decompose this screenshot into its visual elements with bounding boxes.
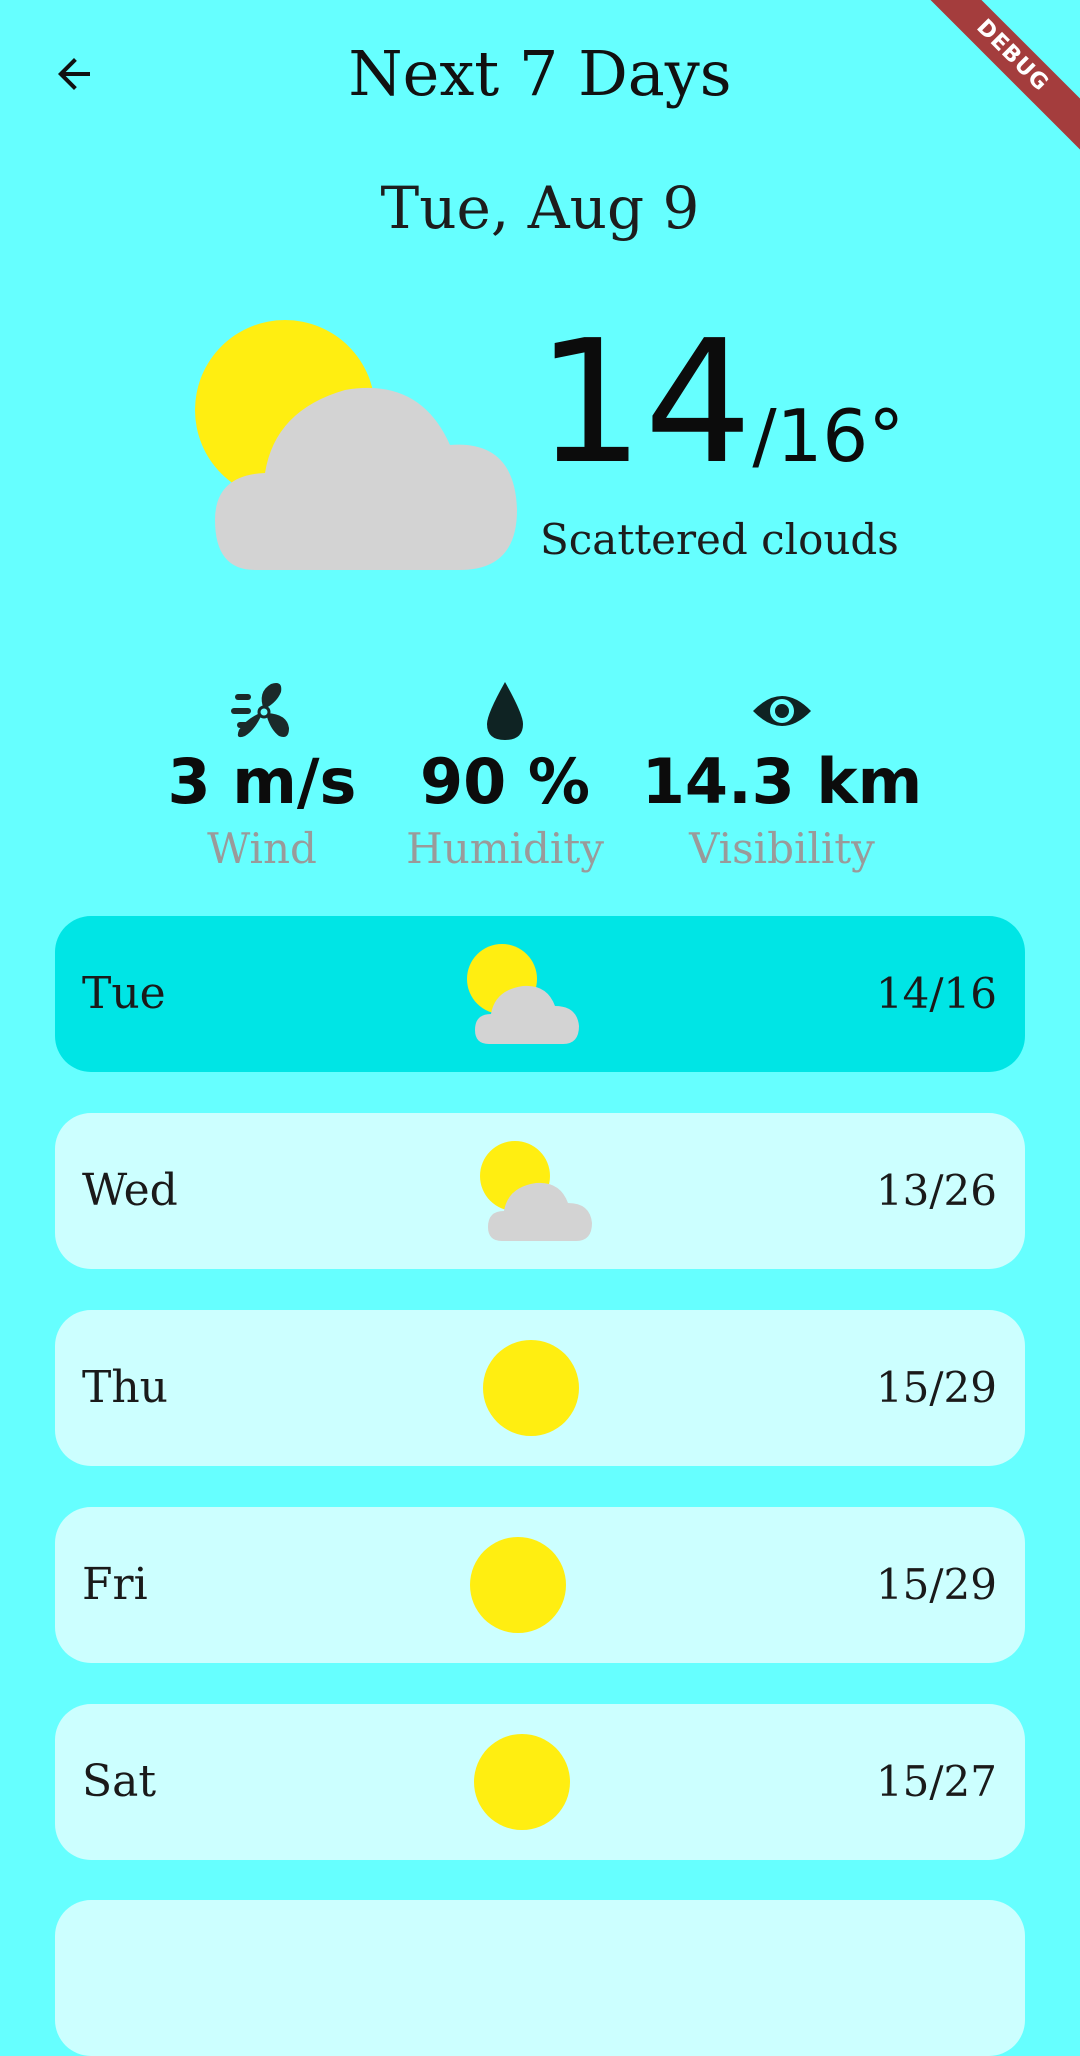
page-title: Next 7 Days bbox=[348, 37, 732, 110]
day-name: Wed bbox=[82, 1165, 178, 1216]
day-name: Tue bbox=[82, 968, 166, 1019]
sun-icon bbox=[474, 1734, 570, 1830]
sun-icon bbox=[483, 1340, 579, 1436]
day-row-tue[interactable]: Tue 14/16 bbox=[55, 916, 1025, 1072]
eye-icon bbox=[753, 696, 811, 726]
day-temps: 15/29 bbox=[875, 1363, 997, 1412]
day-row-sat[interactable]: Sat 15/27 bbox=[55, 1704, 1025, 1860]
day-row-thu[interactable]: Thu 15/29 bbox=[55, 1310, 1025, 1466]
day-name: Fri bbox=[82, 1559, 148, 1610]
fan-wind-icon bbox=[231, 683, 289, 738]
humidity-label: Humidity bbox=[406, 824, 604, 873]
day-temps: 15/27 bbox=[875, 1757, 997, 1806]
partly-cloudy-icon bbox=[195, 320, 517, 570]
day-name: Thu bbox=[82, 1362, 169, 1413]
day-row-wed[interactable]: Wed 13/26 bbox=[55, 1113, 1025, 1269]
sun-icon bbox=[470, 1537, 566, 1633]
current-temperature: 14/16° bbox=[536, 318, 904, 488]
visibility-value: 14.3 km bbox=[641, 745, 923, 818]
day-row-partial[interactable] bbox=[55, 1900, 1025, 2056]
visibility-label: Visibility bbox=[689, 824, 875, 873]
day-temps: 14/16 bbox=[875, 969, 997, 1018]
app-bar: Next 7 Days DEBUG bbox=[0, 0, 1080, 154]
water-drop-icon bbox=[487, 682, 523, 740]
day-name: Sat bbox=[82, 1756, 157, 1807]
humidity-value: 90 % bbox=[420, 745, 590, 818]
day-temps: 15/29 bbox=[875, 1560, 997, 1609]
current-date: Tue, Aug 9 bbox=[380, 174, 700, 242]
day-temps: 13/26 bbox=[875, 1166, 997, 1215]
stat-humidity: 90 % Humidity bbox=[355, 680, 655, 876]
current-temp-high: /16° bbox=[752, 394, 905, 478]
partly-cloudy-icon bbox=[480, 1141, 592, 1241]
day-row-fri[interactable]: Fri 15/29 bbox=[55, 1507, 1025, 1663]
current-temp-low: 14 bbox=[536, 304, 753, 502]
partly-cloudy-icon bbox=[467, 944, 579, 1044]
weather-description: Scattered clouds bbox=[540, 515, 899, 564]
stat-visibility: 14.3 km Visibility bbox=[632, 680, 932, 876]
